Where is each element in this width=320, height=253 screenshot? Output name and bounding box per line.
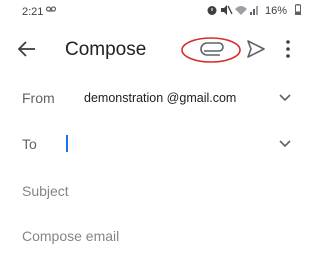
send-icon[interactable] [246,39,266,59]
to-input[interactable] [66,132,266,156]
page-title: Compose [65,39,147,60]
more-vert-icon[interactable] [281,39,295,59]
chevron-down-icon[interactable] [279,139,291,148]
body-placeholder: Compose email [22,228,120,244]
status-time: 2:21 [22,6,44,18]
text-cursor [66,135,68,152]
paperclip-icon[interactable] [197,38,227,60]
battery-percent: 16% [265,5,288,17]
from-row[interactable]: From demonstration @gmail.com [0,78,305,120]
to-label: To [22,136,37,152]
status-bar: 2:21 16% [0,0,305,24]
mute-icon [221,5,233,15]
back-arrow-icon[interactable] [16,38,38,60]
wifi-icon [235,6,247,15]
compose-screen: 2:21 16% Compose From demonstration @gma… [0,0,305,253]
body-row: Compose email [0,218,305,253]
compose-toolbar: Compose [0,28,305,72]
subject-placeholder: Subject [22,183,69,199]
subject-input[interactable]: Subject [22,183,272,205]
alarm-icon [207,6,217,15]
signal-icon [250,6,258,15]
battery-icon [295,4,301,15]
chevron-down-icon[interactable] [279,93,291,102]
from-address[interactable]: demonstration @gmail.com [84,91,236,105]
voicemail-icon [46,6,56,12]
from-label: From [22,90,55,106]
body-input[interactable]: Compose email [22,228,272,250]
to-row: To [0,124,305,166]
subject-row: Subject [0,173,305,215]
status-icons [207,5,258,15]
